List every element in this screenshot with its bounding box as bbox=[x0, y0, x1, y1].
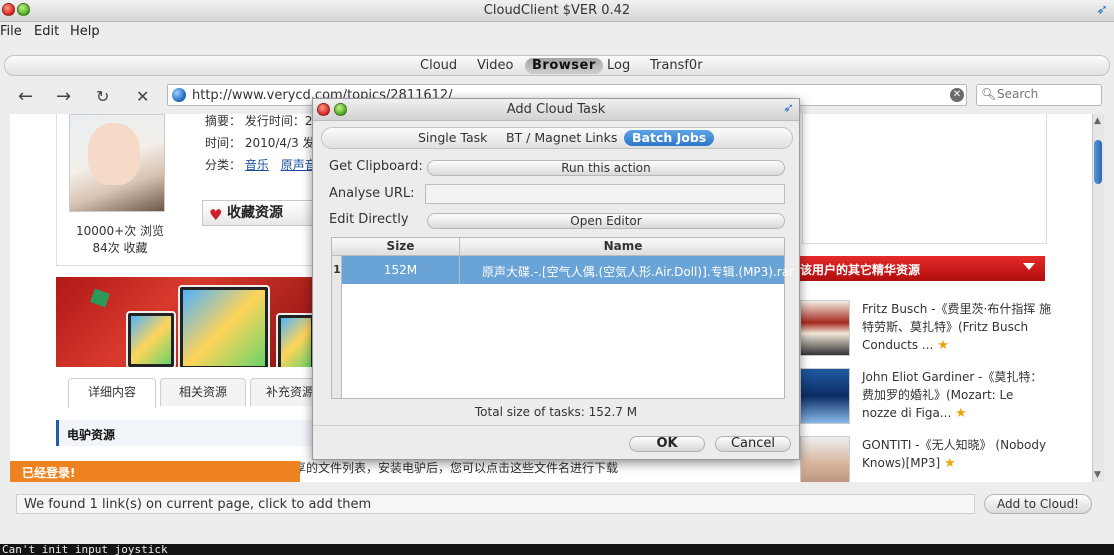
album-cover bbox=[800, 368, 850, 424]
scroll-up-icon[interactable]: ▲ bbox=[1094, 116, 1101, 126]
right-info-panel bbox=[802, 114, 1047, 244]
app-window: CloudClient $VER 0.42 ➶ File Edit Help C… bbox=[0, 0, 1114, 544]
back-icon[interactable]: ← bbox=[18, 86, 33, 107]
analyse-url-input[interactable] bbox=[425, 184, 785, 204]
meta-category-label: 分类： bbox=[205, 158, 242, 172]
dialog-title-bar: Add Cloud Task ➶ bbox=[313, 99, 799, 121]
ad-banner[interactable] bbox=[56, 277, 316, 367]
ok-button[interactable]: OK bbox=[629, 436, 705, 452]
tab-cloud[interactable]: Cloud bbox=[413, 58, 464, 74]
category-link-music[interactable]: 音乐 bbox=[245, 158, 269, 172]
meta-summary: 摘要： 发行时间：2 bbox=[205, 114, 313, 128]
chevron-down-icon[interactable] bbox=[1023, 263, 1035, 270]
heart-icon: ♥ bbox=[209, 206, 223, 224]
add-to-cloud-button[interactable]: Add to Cloud! bbox=[984, 494, 1092, 514]
window-title: CloudClient $VER 0.42 bbox=[483, 3, 631, 18]
vertical-scrollbar[interactable]: ▲ ▼ bbox=[1092, 114, 1104, 482]
search-input[interactable] bbox=[997, 87, 1097, 101]
reload-icon[interactable]: ↻ bbox=[96, 87, 109, 106]
found-links-text[interactable]: We found 1 link(s) on current page, clic… bbox=[16, 494, 975, 514]
tab-batch-jobs[interactable]: Batch Jobs bbox=[624, 130, 715, 146]
status-bar: We found 1 link(s) on current page, clic… bbox=[0, 490, 1114, 520]
dialog-divider bbox=[313, 425, 799, 426]
featured-header: 该用户的其它精华资源 bbox=[800, 256, 1045, 281]
edit-directly-label: Edit Directly bbox=[329, 212, 409, 227]
task-table: Size Name 1 152M 原声大碟.-.[空气人偶.(空気人形.Air.… bbox=[331, 237, 794, 399]
tab-related[interactable]: 相关资源 bbox=[160, 378, 246, 406]
tab-transf0r[interactable]: Transf0r bbox=[643, 58, 710, 74]
pin-icon[interactable]: ➶ bbox=[1096, 2, 1108, 18]
forward-icon[interactable]: → bbox=[56, 86, 71, 107]
tab-video[interactable]: Video bbox=[470, 58, 520, 74]
total-size-text: Total size of tasks: 152.7 M bbox=[474, 405, 638, 419]
globe-icon bbox=[172, 88, 186, 102]
get-clipboard-label: Get Clipboard: bbox=[329, 159, 423, 174]
favorite-count: 84次 收藏 bbox=[92, 241, 148, 255]
search-icon: 🔍︎ bbox=[981, 87, 997, 101]
table-row[interactable]: 152M 原声大碟.-.[空气人偶.(空気人形.Air.Doll)].专辑.(M… bbox=[342, 256, 794, 284]
gift-icon bbox=[90, 288, 110, 308]
collect-button-label: 收藏资源 bbox=[227, 205, 283, 221]
row-number: 1 bbox=[333, 263, 341, 276]
tablet-image bbox=[178, 285, 270, 367]
add-cloud-task-dialog: Add Cloud Task ➶ Single Task BT / Magnet… bbox=[312, 98, 800, 460]
tab-log[interactable]: Log bbox=[600, 58, 637, 74]
analyse-url-label: Analyse URL: bbox=[329, 186, 415, 201]
meta-time: 时间： 2010/4/3 发 bbox=[205, 136, 315, 150]
featured-item[interactable]: GONTITI -《无人知晓》 (Nobody Knows)[MP3] ★ bbox=[800, 436, 1050, 482]
featured-item-text: GONTITI -《无人知晓》 (Nobody Knows)[MP3] ★ bbox=[862, 438, 1047, 471]
cell-size: 152M bbox=[383, 263, 418, 277]
column-divider bbox=[459, 238, 460, 284]
dialog-title: Add Cloud Task bbox=[506, 102, 606, 117]
cell-name: 原声大碟.-.[空气人偶.(空気人形.Air.Doll)].专辑.(MP3).r… bbox=[482, 265, 795, 279]
menu-bar: File Edit Help bbox=[0, 22, 1114, 42]
scroll-down-icon[interactable]: ▼ bbox=[1094, 470, 1101, 480]
view-count: 10000+次 浏览 bbox=[75, 224, 165, 238]
featured-item-text: John Eliot Gardiner -《莫扎特：费加罗的婚礼》(Mozart… bbox=[862, 370, 1043, 421]
terminal-output: Can't init input joystick bbox=[0, 544, 1114, 555]
avatar bbox=[69, 114, 165, 212]
album-cover bbox=[800, 300, 850, 356]
featured-item[interactable]: Fritz Busch -《费里茨·布什指挥 施特劳斯、莫扎特》(Fritz B… bbox=[800, 300, 1052, 366]
row-number-column bbox=[332, 256, 342, 398]
clear-url-icon[interactable]: ✕ bbox=[950, 88, 964, 102]
search-box[interactable]: 🔍︎ bbox=[976, 84, 1102, 106]
login-status-bar[interactable]: 已经登录! bbox=[10, 461, 300, 482]
tab-details[interactable]: 详细内容 bbox=[68, 378, 156, 408]
title-bar: CloudClient $VER 0.42 ➶ bbox=[0, 0, 1114, 22]
table-header: Size Name bbox=[332, 238, 784, 256]
menu-help[interactable]: Help bbox=[70, 24, 100, 39]
scrollbar-thumb[interactable] bbox=[1094, 140, 1102, 184]
phone-image bbox=[126, 311, 176, 367]
stop-icon[interactable]: ✕ bbox=[136, 87, 149, 106]
open-editor-button[interactable]: Open Editor bbox=[427, 213, 785, 229]
column-name[interactable]: Name bbox=[460, 239, 786, 253]
meta-category: 分类： 音乐 原声音 bbox=[205, 156, 317, 173]
star-icon: ★ bbox=[943, 456, 956, 471]
album-cover bbox=[800, 436, 850, 482]
featured-item-text: Fritz Busch -《费里茨·布什指挥 施特劳斯、莫扎特》(Fritz B… bbox=[862, 302, 1052, 353]
tab-bt-magnet[interactable]: BT / Magnet Links bbox=[498, 130, 625, 146]
menu-file[interactable]: File bbox=[0, 24, 22, 39]
pin-icon[interactable]: ➶ bbox=[783, 101, 794, 116]
tab-single-task[interactable]: Single Task bbox=[410, 130, 495, 146]
featured-header-label: 该用户的其它精华资源 bbox=[800, 263, 921, 277]
featured-item[interactable]: John Eliot Gardiner -《莫扎特：费加罗的婚礼》(Mozart… bbox=[800, 368, 1050, 434]
tab-browser[interactable]: Browser bbox=[525, 58, 603, 74]
content-tabs: 详细内容 相关资源 补充资源 bbox=[68, 378, 330, 408]
star-icon: ★ bbox=[955, 406, 967, 421]
cancel-button[interactable]: Cancel bbox=[715, 436, 791, 452]
dialog-tab-bar: Single Task BT / Magnet Links Batch Jobs bbox=[321, 127, 793, 149]
menu-edit[interactable]: Edit bbox=[34, 24, 59, 39]
tablet-mini-image bbox=[276, 313, 316, 367]
star-icon: ★ bbox=[937, 338, 949, 353]
run-action-button[interactable]: Run this action bbox=[427, 160, 785, 176]
collect-button[interactable]: ♥ 收藏资源 bbox=[202, 200, 314, 226]
main-tab-bar: Cloud Video Browser Log Transf0r bbox=[4, 55, 1110, 76]
section-title: 电驴资源 bbox=[56, 420, 312, 446]
column-size[interactable]: Size bbox=[342, 239, 459, 253]
